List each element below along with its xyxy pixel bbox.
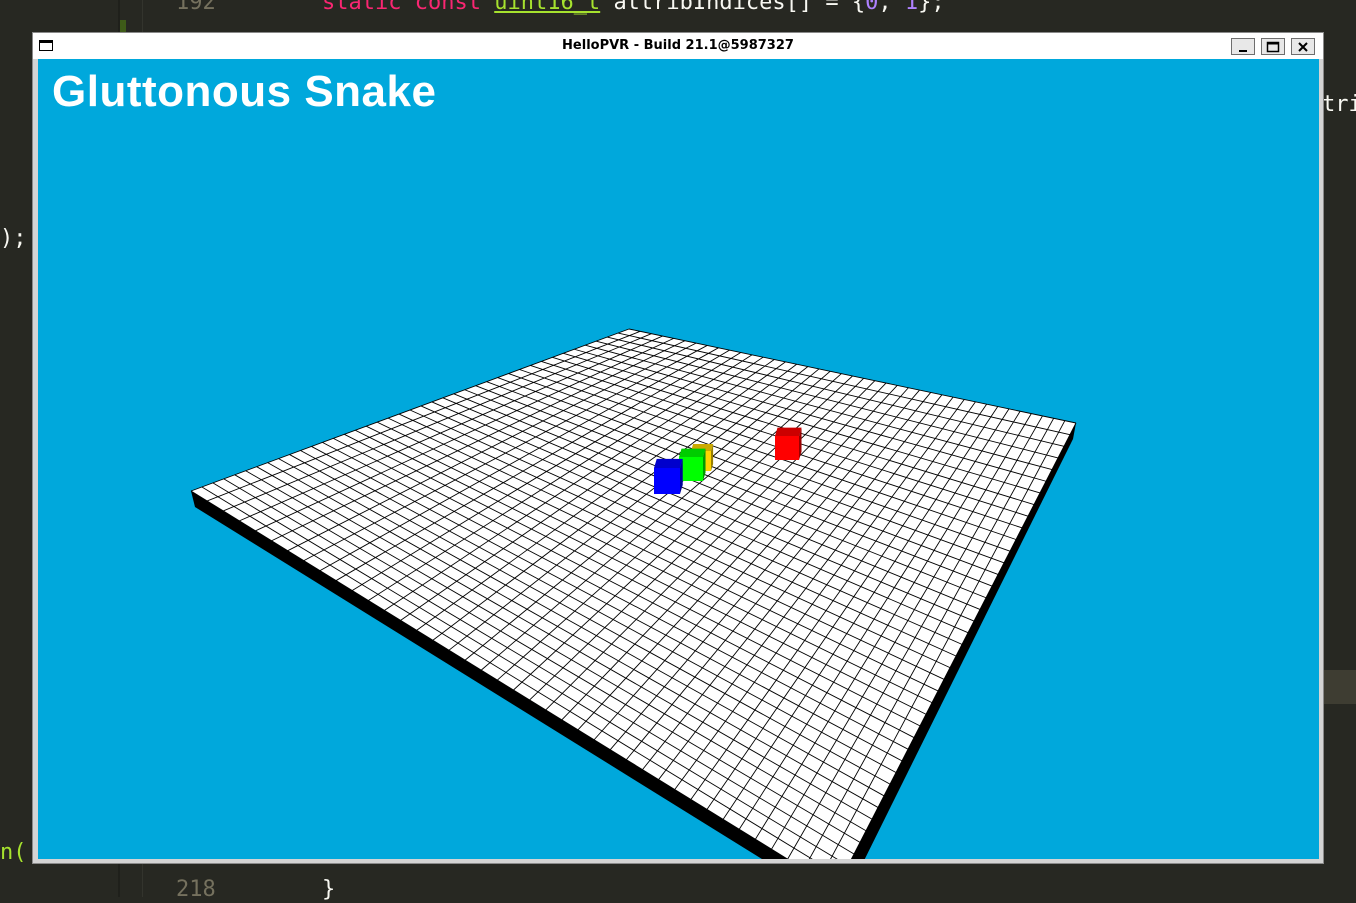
snake-head [654,458,683,494]
game-board [190,328,1077,859]
snake-body-segment [679,448,706,481]
cube-front-face [775,436,799,460]
keyword: static [322,0,402,15]
minimize-button[interactable] [1231,38,1255,55]
food-item [775,427,802,460]
code-line-218: } [322,877,336,902]
type-name: uint16_t [494,0,601,15]
game-viewport[interactable]: Gluttonous Snake [38,59,1319,859]
code-fragment: n( [0,840,27,865]
identifier: attribIndices[] = { [613,0,866,15]
terminator: }; [918,0,945,15]
cube-top-face [775,427,802,436]
window-title: HelloPVR - Build 21.1@5987327 [562,38,794,53]
code-fragment: ); [0,226,27,251]
code-line-192: static const uint16_t attribIndices[] = … [322,0,945,16]
number-literal: 1 [904,0,919,15]
cube-front-face [654,468,680,494]
code-fragment: tri [1322,92,1356,117]
separator: , [878,0,905,15]
maximize-button[interactable] [1261,38,1285,55]
line-number: 192 [176,0,216,15]
maximize-icon [1266,41,1280,52]
line-number: 218 [176,877,216,902]
minimize-icon [1239,49,1247,52]
title-bar[interactable]: HelloPVR - Build 21.1@5987327 [33,33,1323,59]
number-literal: 0 [865,0,879,15]
cube-top-face [654,458,683,468]
hellopvr-window: HelloPVR - Build 21.1@5987327 Gluttonous… [32,32,1324,864]
modified-line-marker [120,20,126,32]
close-button[interactable] [1291,38,1315,55]
game-scene[interactable] [38,59,1319,859]
keyword: const [414,0,481,15]
close-icon [1298,41,1308,52]
current-line-highlight [1322,670,1356,704]
cube-top-face [679,448,706,457]
